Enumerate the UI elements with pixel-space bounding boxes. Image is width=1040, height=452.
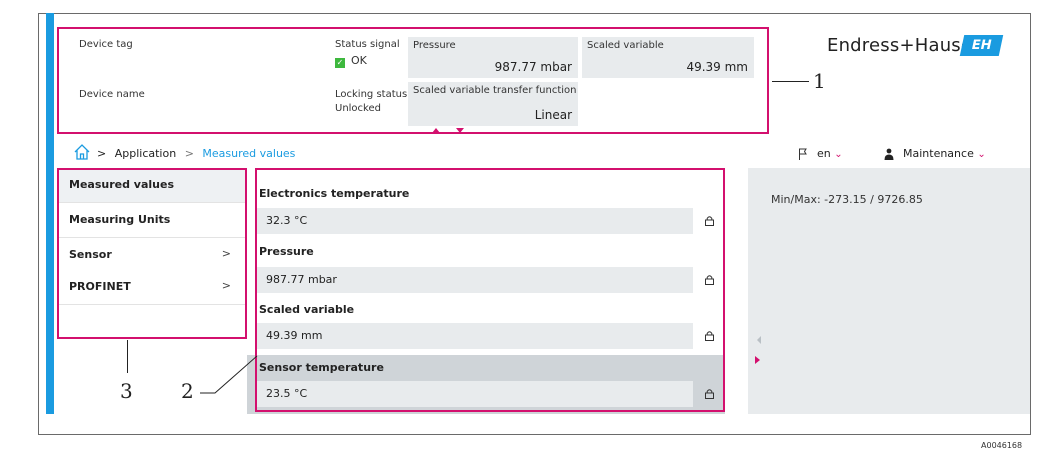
breadcrumb-separator: > [97, 147, 107, 160]
breadcrumb-application[interactable]: Application [115, 147, 176, 160]
language-value: en [817, 147, 831, 160]
callout-leader-3 [127, 340, 128, 373]
callout-box-3 [57, 168, 247, 339]
user-icon [884, 148, 894, 160]
language-selector[interactable]: en ⌄ [817, 147, 843, 162]
home-icon[interactable] [73, 143, 91, 161]
callout-number-1: 1 [813, 69, 826, 93]
panel-expand-icon[interactable] [755, 356, 760, 364]
panel-collapse-icon[interactable] [757, 336, 761, 344]
chevron-down-icon: ⌄ [977, 149, 986, 160]
callout-leader-1 [772, 81, 809, 82]
callout-box-1 [57, 27, 769, 134]
breadcrumb-separator: > [184, 147, 194, 160]
eh-logo-icon: EH [959, 35, 1004, 56]
breadcrumb-measured-values[interactable]: Measured values [202, 147, 295, 160]
callout-leader-2 [200, 355, 258, 394]
brand-name: Endress+Hauser [827, 35, 980, 56]
chevron-down-icon: ⌄ [834, 149, 843, 160]
flag-icon[interactable] [798, 148, 808, 160]
figure-id: A0046168 [981, 441, 1023, 450]
accent-bar [46, 13, 54, 414]
breadcrumb: > Application > Measured values [97, 147, 295, 161]
callout-number-2: 2 [181, 379, 194, 403]
user-role-value: Maintenance [903, 147, 974, 160]
callout-number-3: 3 [120, 379, 133, 403]
callout-box-2 [255, 168, 725, 412]
user-role-selector[interactable]: Maintenance ⌄ [903, 147, 986, 162]
min-max-text: Min/Max: -273.15 / 9726.85 [771, 193, 923, 206]
